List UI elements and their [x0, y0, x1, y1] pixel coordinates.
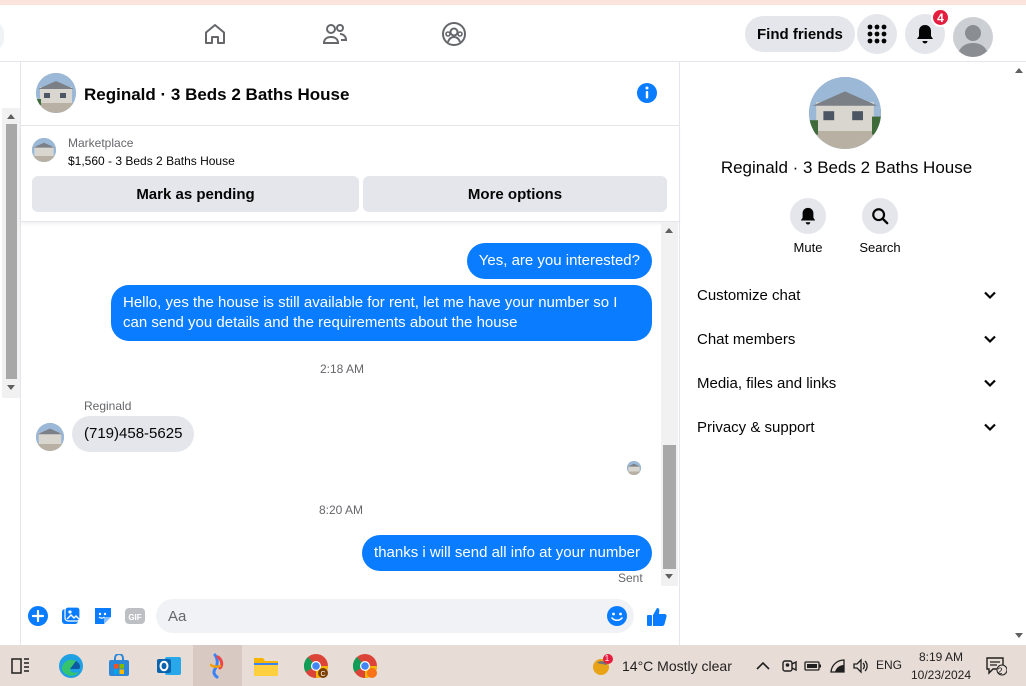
media-files-links-section[interactable]: Media, files and links: [697, 371, 997, 395]
chevron-up-icon[interactable]: [752, 652, 774, 680]
message-thread: Yes, are you interested? Hello, yes the …: [21, 222, 661, 594]
mute-button[interactable]: Mute: [778, 198, 838, 255]
file-explorer-icon[interactable]: [252, 652, 280, 680]
scrollbar-thumb[interactable]: [6, 124, 17, 379]
search-in-chat-button[interactable]: Search: [850, 198, 910, 255]
incoming-message[interactable]: (719)458-5625: [72, 416, 195, 452]
message-timestamp: 2:18 AM: [320, 362, 365, 376]
weather-badge: 1: [604, 654, 610, 663]
customize-chat-section[interactable]: Customize chat: [697, 283, 997, 307]
sticker-icon[interactable]: [92, 605, 114, 627]
marketplace-label: Marketplace: [68, 136, 134, 150]
privacy-support-section[interactable]: Privacy & support: [697, 415, 997, 439]
chevron-down-icon: [984, 423, 996, 432]
search-label: Search: [859, 240, 901, 255]
page-scrollbar[interactable]: [1012, 62, 1026, 645]
home-icon[interactable]: [195, 17, 235, 51]
windows-taskbar: C 1 14°C Mostly clear ENG 8:19 AM 10/23/…: [0, 645, 1026, 686]
chat-header: Reginald · 3 Beds 2 Baths House: [21, 62, 679, 126]
chevron-down-icon: [984, 379, 996, 388]
sender-name: Reginald: [84, 399, 132, 413]
listing-avatar[interactable]: [36, 73, 76, 113]
section-label: Media, files and links: [697, 374, 837, 392]
gallery-icon[interactable]: [60, 605, 82, 627]
top-navigation-bar: Find friends 4: [0, 0, 1026, 62]
section-label: Customize chat: [697, 286, 801, 304]
scrollbar-thumb[interactable]: [663, 445, 676, 569]
chat-name: Reginald · 3 Beds 2 Baths House: [720, 158, 973, 177]
clock-time[interactable]: 8:19 AM: [908, 650, 974, 664]
message-composer: GIF: [21, 594, 679, 644]
info-icon[interactable]: [636, 82, 658, 104]
speaker-volume-icon[interactable]: [850, 652, 872, 680]
chat-profile-photo[interactable]: [809, 77, 881, 149]
clock-date[interactable]: 10/23/2024: [908, 668, 974, 682]
svg-text:C: C: [320, 671, 325, 678]
marketplace-listing-bar: Marketplace $1,560 - 3 Beds 2 Baths Hous…: [21, 126, 679, 222]
section-label: Privacy & support: [697, 418, 815, 436]
sender-avatar[interactable]: [36, 423, 64, 451]
notification-count-badge: 4: [931, 8, 950, 27]
menu-grid-icon[interactable]: [857, 14, 897, 54]
microsoft-store-icon[interactable]: [105, 652, 133, 680]
outgoing-message[interactable]: thanks i will send all info at your numb…: [362, 535, 652, 571]
like-thumbs-up-icon[interactable]: [645, 605, 667, 627]
message-scrollbar[interactable]: [661, 222, 678, 586]
notification-center-count: 2: [997, 666, 1003, 676]
plus-icon[interactable]: [27, 605, 49, 627]
scroll-up-arrow-icon[interactable]: [7, 114, 15, 119]
chrome-profile-icon[interactable]: [351, 652, 379, 680]
mark-as-pending-button[interactable]: Mark as pending: [32, 176, 359, 212]
section-label: Chat members: [697, 330, 796, 348]
search-icon: [862, 198, 898, 234]
battery-icon[interactable]: [802, 652, 824, 680]
message-timestamp: 8:20 AM: [319, 503, 364, 517]
scroll-down-arrow-icon[interactable]: [7, 385, 15, 390]
left-panel-scrollbar[interactable]: [2, 108, 20, 398]
chevron-down-icon: [984, 335, 996, 344]
listing-price-title[interactable]: $1,560 - 3 Beds 2 Baths House: [68, 154, 235, 168]
mute-label: Mute: [793, 240, 823, 255]
listing-thumbnail[interactable]: [32, 138, 56, 162]
chat-details-panel: Reginald · 3 Beds 2 Baths House Mute Sea…: [679, 62, 1012, 645]
weather-text[interactable]: 14°C Mostly clear: [622, 658, 732, 674]
find-friends-button[interactable]: Find friends: [745, 16, 855, 52]
input-language[interactable]: ENG: [876, 658, 902, 672]
meet-now-icon[interactable]: [778, 652, 800, 680]
more-options-button[interactable]: More options: [363, 176, 667, 212]
outgoing-message[interactable]: Hello, yes the house is still available …: [111, 285, 652, 341]
chevron-down-icon: [984, 291, 996, 300]
friends-icon[interactable]: [315, 17, 355, 51]
outlook-icon[interactable]: [155, 652, 183, 680]
chrome-profile-icon[interactable]: C: [302, 652, 330, 680]
search-box-edge[interactable]: [0, 21, 4, 51]
scroll-down-arrow-icon[interactable]: [1015, 633, 1023, 638]
edge-browser-icon[interactable]: [57, 652, 85, 680]
emoji-icon[interactable]: [606, 605, 628, 627]
message-input[interactable]: [156, 599, 634, 633]
teams-app-icon[interactable]: [203, 652, 231, 680]
task-view-icon[interactable]: [7, 652, 35, 680]
read-receipt-avatar: [627, 461, 641, 475]
bell-icon: [790, 198, 826, 234]
scroll-down-arrow-icon[interactable]: [665, 574, 673, 579]
scroll-up-arrow-icon[interactable]: [1015, 68, 1023, 73]
message-status: Sent: [618, 571, 643, 585]
scroll-up-arrow-icon[interactable]: [665, 228, 673, 233]
chat-members-section[interactable]: Chat members: [697, 327, 997, 351]
outgoing-message[interactable]: Yes, are you interested?: [466, 243, 652, 279]
svg-text:GIF: GIF: [128, 613, 141, 622]
gif-icon[interactable]: GIF: [124, 605, 146, 627]
wifi-icon[interactable]: [826, 652, 848, 680]
account-avatar[interactable]: [953, 17, 993, 57]
chat-title[interactable]: Reginald · 3 Beds 2 Baths House: [84, 85, 349, 105]
groups-icon[interactable]: [434, 17, 474, 51]
